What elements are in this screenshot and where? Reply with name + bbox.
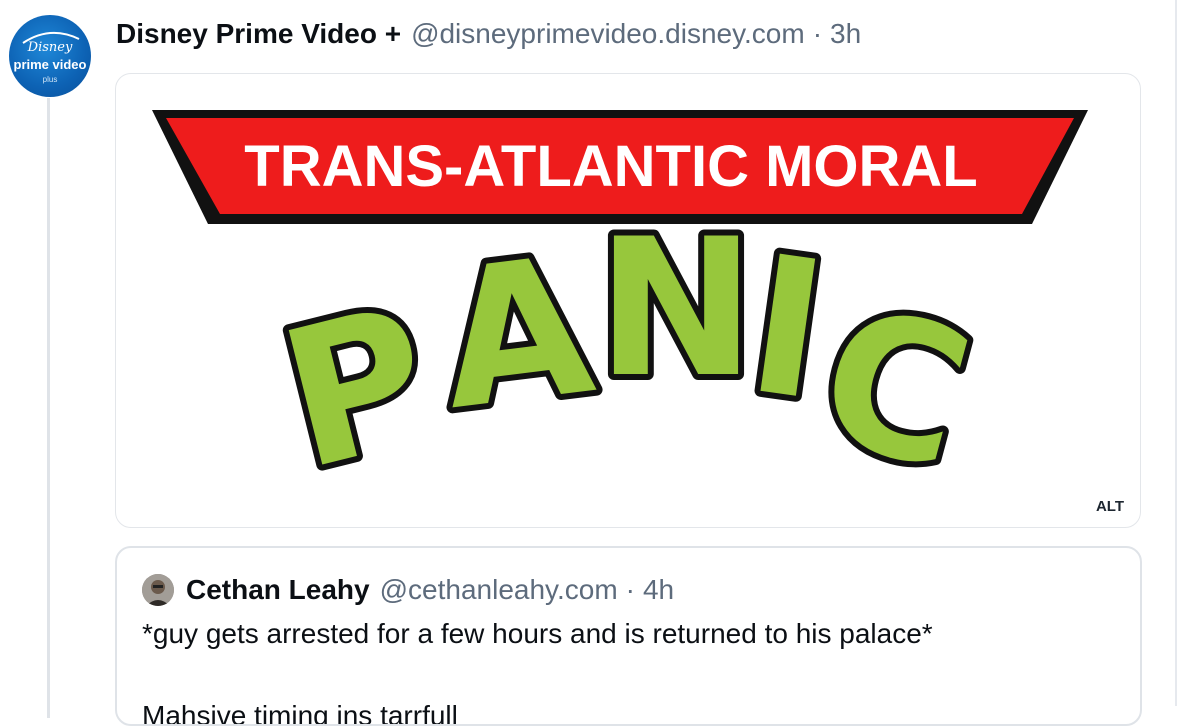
author-display-name[interactable]: Disney Prime Video + bbox=[116, 18, 401, 50]
post-timestamp[interactable]: 3h bbox=[830, 18, 861, 50]
post-header: Disney Prime Video + @disneyprimevideo.d… bbox=[116, 14, 861, 54]
banner-text: TRANS-ATLANTIC MORAL bbox=[244, 134, 977, 199]
alt-text-badge[interactable]: ALT bbox=[1091, 496, 1128, 517]
avatar-logo: Disney prime video plus bbox=[14, 32, 87, 84]
avatar-brand-text: Disney bbox=[27, 40, 73, 55]
panic-letter-c: C bbox=[799, 264, 991, 514]
author-avatar[interactable]: Disney prime video plus bbox=[9, 15, 91, 97]
panic-logo-art: TRANS-ATLANTIC MORAL P A N I C bbox=[152, 110, 1088, 519]
author-handle[interactable]: @disneyprimevideo.disney.com bbox=[411, 18, 805, 50]
post-image[interactable]: TRANS-ATLANTIC MORAL P A N I C ALT bbox=[115, 73, 1141, 528]
quote-timestamp[interactable]: 4h bbox=[643, 574, 674, 606]
panic-letter-n: N bbox=[596, 198, 755, 419]
thread-line bbox=[47, 98, 50, 718]
quote-author-handle[interactable]: @cethanleahy.com bbox=[380, 574, 618, 606]
quote-avatar-portrait bbox=[142, 574, 174, 606]
avatar-product-text: prime video bbox=[14, 57, 87, 72]
quote-author-name[interactable]: Cethan Leahy bbox=[186, 574, 370, 606]
quote-text: *guy gets arrested for a few hours and i… bbox=[142, 618, 933, 649]
avatar-suffix-text: plus bbox=[43, 75, 58, 84]
quote-time-separator: · bbox=[625, 574, 635, 605]
panic-letter-a: A bbox=[430, 215, 603, 452]
quoted-post[interactable]: Cethan Leahy @cethanleahy.com · 4h *guy … bbox=[115, 546, 1142, 726]
panic-letter-p: P bbox=[263, 264, 452, 512]
quote-author-avatar[interactable] bbox=[142, 574, 174, 606]
time-separator: · bbox=[812, 18, 823, 49]
quote-header: Cethan Leahy @cethanleahy.com · 4h bbox=[142, 572, 674, 608]
column-border bbox=[1175, 0, 1177, 706]
quote-text-line-2: Mahsive timing ins tarrfull bbox=[142, 700, 458, 726]
